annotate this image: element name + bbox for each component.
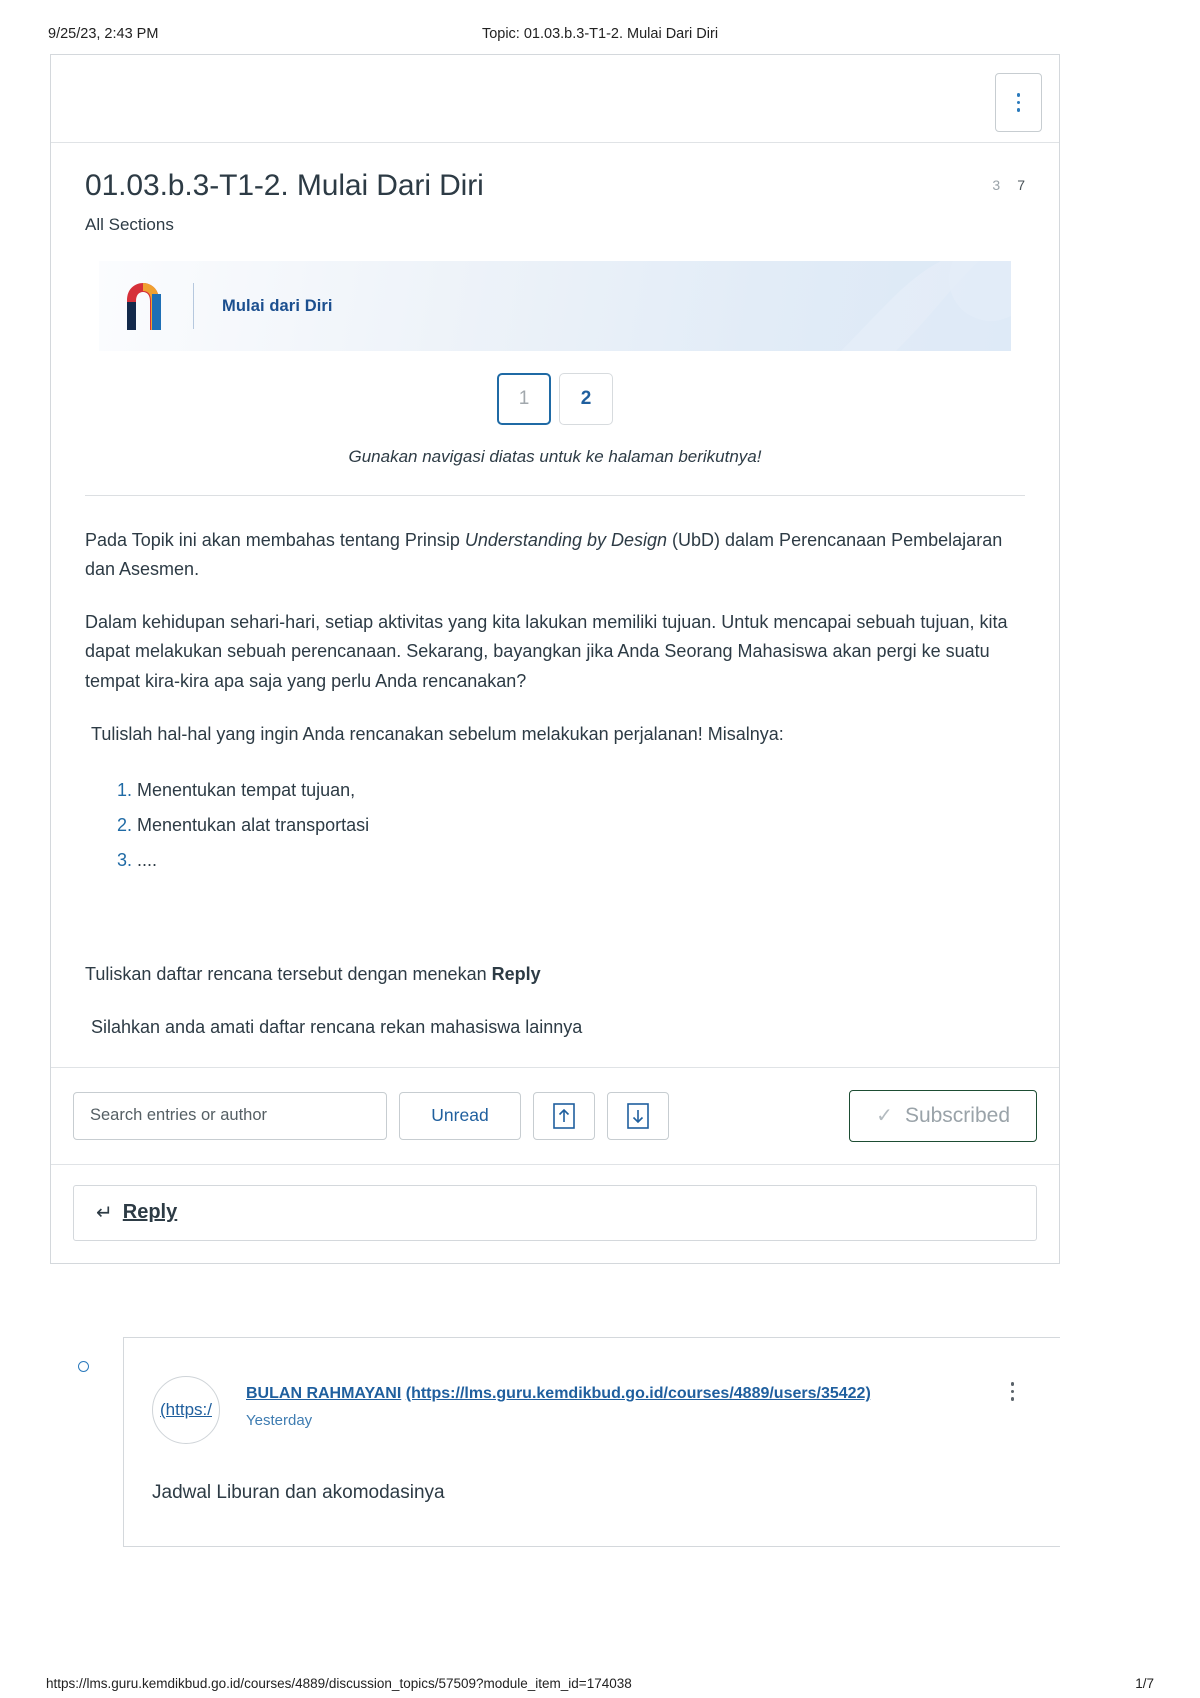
merdeka-logo-icon — [121, 280, 167, 332]
check-icon: ✓ — [876, 1105, 893, 1128]
kebab-dot — [1010, 1389, 1014, 1393]
paragraph-instruction-pre: Tuliskan daftar rencana tersebut dengan … — [85, 964, 492, 985]
sort-descending-button[interactable] — [607, 1091, 669, 1140]
avatar-text: (https:/ — [160, 1400, 212, 1419]
paragraph-prompt: Tulislah hal-hal yang ingin Anda rencana… — [91, 723, 784, 744]
discussion-entry: (https:/ BULAN RAHMAYANI (https://lms.gu… — [123, 1337, 1060, 1547]
unread-indicator-icon[interactable] — [78, 1361, 89, 1372]
print-date: 9/25/23, 2:43 PM — [48, 26, 159, 42]
topic-counts: 3 7 — [992, 177, 1025, 193]
total-count: 7 — [1017, 177, 1025, 193]
kebab-dot — [1010, 1397, 1014, 1401]
list-item: .... — [137, 843, 1025, 878]
plan-list: Menentukan tempat tujuan, Menentukan ala… — [85, 773, 1025, 878]
discussion-entry-section: (https:/ BULAN RAHMAYANI (https://lms.gu… — [50, 1337, 1060, 1547]
pagination: 1 2 — [85, 373, 1025, 425]
author-url[interactable]: (https://lms.guru.kemdikbud.go.id/course… — [406, 1385, 871, 1402]
print-footer-url: https://lms.guru.kemdikbud.go.id/courses… — [46, 1676, 632, 1691]
topic-options-kebab-icon[interactable] — [995, 73, 1042, 132]
reply-bar-wrapper: ↵ Reply — [51, 1163, 1059, 1263]
module-banner: Mulai dari Diri — [99, 261, 1011, 351]
subscribed-toggle-button[interactable]: ✓ Subscribed — [849, 1089, 1037, 1142]
kebab-dot — [1016, 100, 1021, 105]
pagination-caption: Gunakan navigasi diatas untuk ke halaman… — [348, 447, 762, 466]
kebab-dot — [1016, 93, 1021, 97]
topic-card-body: 01.03.b.3-T1-2. Mulai Dari Diri All Sect… — [51, 143, 1059, 1043]
author-link[interactable]: BULAN RAHMAYANI — [246, 1385, 401, 1402]
paragraph-intro-pre: Pada Topik ini akan membahas tentang Pri… — [85, 530, 465, 550]
discussion-toolbar: Unread ✓ Subscribed — [51, 1066, 1059, 1164]
entry-body: Jadwal Liburan dan akomodasinya — [152, 1482, 445, 1503]
reply-button[interactable]: ↵ Reply — [73, 1184, 1037, 1241]
paragraph-closing: Silahkan anda amati daftar rencana rekan… — [91, 1017, 583, 1038]
banner-label: Mulai dari Diri — [222, 296, 333, 315]
paragraph-context: Dalam kehidupan sehari-hari, setiap akti… — [85, 612, 1008, 691]
topic-card-topbar — [51, 55, 1059, 143]
entry-meta: BULAN RAHMAYANI (https://lms.guru.kemdik… — [246, 1376, 871, 1429]
entry-header: (https:/ BULAN RAHMAYANI (https://lms.gu… — [152, 1376, 1060, 1444]
list-item: Menentukan alat transportasi — [137, 808, 1025, 843]
arrow-down-in-box-icon — [627, 1102, 649, 1129]
entry-timestamp: Yesterday — [246, 1412, 313, 1429]
list-item: Menentukan tempat tujuan, — [137, 773, 1025, 808]
pagination-page-2[interactable]: 2 — [559, 373, 613, 425]
entry-options-kebab-icon[interactable] — [1010, 1382, 1014, 1401]
topic-message: Pada Topik ini akan membahas tentang Pri… — [85, 496, 1025, 1043]
paragraph-instruction: Tuliskan daftar rencana tersebut dengan … — [85, 960, 1025, 989]
print-header-title: Topic: 01.03.b.3-T1-2. Mulai Dari Diri — [481, 26, 719, 42]
search-input[interactable] — [88, 1105, 372, 1127]
reply-arrow-icon: ↵ — [96, 1202, 113, 1225]
search-entries-box[interactable] — [73, 1091, 387, 1140]
topic-header: 01.03.b.3-T1-2. Mulai Dari Diri All Sect… — [85, 169, 1025, 235]
unread-count: 3 — [992, 177, 1001, 193]
reply-label: Reply — [122, 1201, 178, 1224]
arrow-up-in-box-icon — [553, 1102, 575, 1129]
paragraph-instruction-bold: Reply — [491, 964, 541, 985]
avatar: (https:/ — [152, 1376, 220, 1444]
print-page-number: 1/7 — [1135, 1676, 1154, 1691]
page-title: 01.03.b.3-T1-2. Mulai Dari Diri — [85, 169, 484, 202]
paragraph-intro: Pada Topik ini akan membahas tentang Pri… — [85, 526, 1025, 584]
paragraph-intro-emphasis: Understanding by Design — [464, 530, 668, 550]
unread-filter-button[interactable]: Unread — [399, 1091, 521, 1140]
discussion-topic-card: 01.03.b.3-T1-2. Mulai Dari Diri All Sect… — [50, 54, 1060, 1264]
banner-divider — [193, 283, 194, 329]
banner-decoration — [841, 261, 1011, 351]
kebab-dot — [1016, 108, 1021, 112]
entry-author-row: BULAN RAHMAYANI (https://lms.guru.kemdik… — [246, 1385, 871, 1403]
subscribed-label: Subscribed — [904, 1103, 1010, 1127]
topic-sections-label: All Sections — [85, 215, 174, 234]
pagination-page-1[interactable]: 1 — [497, 373, 551, 425]
kebab-dot — [1010, 1382, 1014, 1386]
sort-ascending-button[interactable] — [533, 1091, 595, 1140]
